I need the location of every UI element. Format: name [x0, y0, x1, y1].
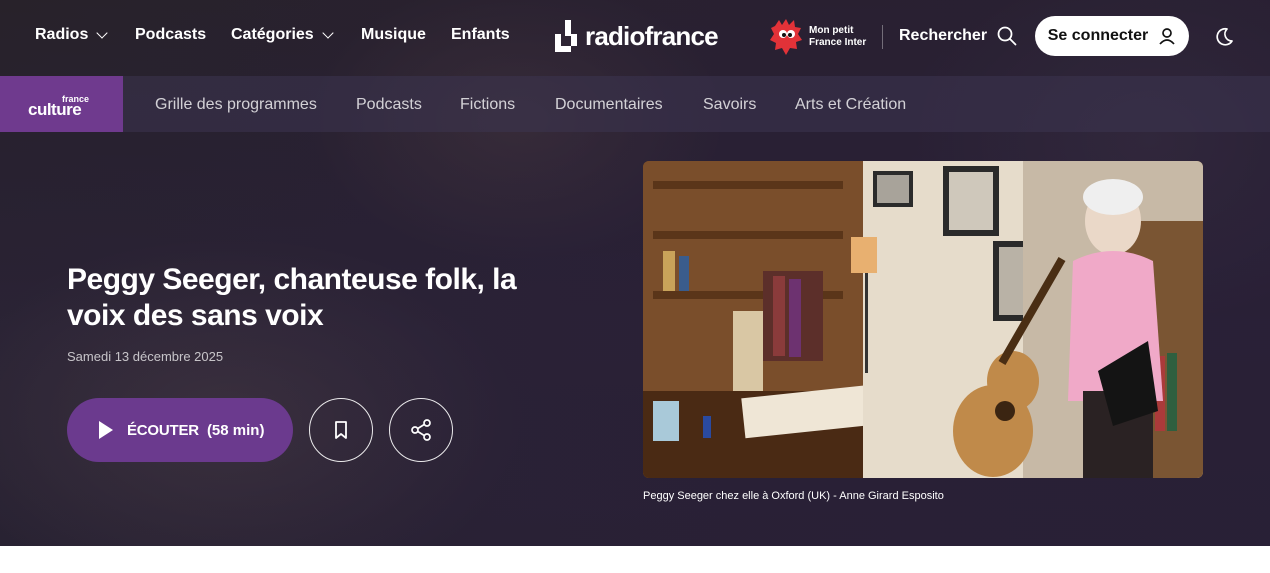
mon-petit-france-inter-link[interactable]: Mon petit France Inter: [769, 18, 866, 56]
france-culture-logo[interactable]: france culture: [0, 76, 123, 132]
mpfi-line1: Mon petit: [809, 25, 854, 36]
nav-enfants-label: Enfants: [451, 26, 510, 43]
chevron-down-icon: [322, 26, 334, 39]
top-header: Radios Podcasts Catégories Musique Enfan…: [0, 0, 1270, 76]
mpfi-line2: France Inter: [809, 37, 867, 48]
station-logo-big: culture: [28, 100, 82, 119]
listen-button[interactable]: ÉCOUTER (58 min): [67, 398, 293, 462]
nav-musique[interactable]: Musique: [361, 26, 426, 44]
episode-duration: (58 min): [206, 421, 265, 439]
search-icon: [997, 26, 1017, 46]
share-icon: [411, 419, 431, 441]
mascot-icon: [770, 19, 802, 55]
episode-photo: [643, 161, 1203, 478]
logo-text: radiofrance: [585, 20, 719, 51]
nav-radios-label: Radios: [35, 26, 89, 43]
radiofrance-logo[interactable]: radiofrance: [551, 20, 719, 52]
listen-label: ÉCOUTER: [127, 421, 199, 439]
episode-image: [643, 161, 1203, 478]
play-icon: [99, 421, 113, 439]
radiofrance-mark-icon: [555, 20, 577, 52]
subnav-documentaires[interactable]: Documentaires: [555, 96, 663, 114]
login-label: Se connecter: [1047, 27, 1149, 44]
nav-categories-label: Catégories: [231, 26, 314, 43]
subnav-arts-creation[interactable]: Arts et Création: [795, 96, 906, 114]
subnav-fictions[interactable]: Fictions: [460, 96, 515, 114]
login-button[interactable]: Se connecter: [1035, 16, 1189, 56]
search-label: Rechercher: [899, 27, 988, 44]
nav-categories[interactable]: Catégories: [231, 26, 334, 44]
moon-icon: [1216, 27, 1233, 46]
user-icon: [1159, 28, 1175, 45]
station-subnav: france culture Grille des programmes Pod…: [0, 76, 1270, 132]
subnav-podcasts[interactable]: Podcasts: [356, 96, 422, 114]
image-caption: Peggy Seeger chez elle à Oxford (UK) - A…: [643, 490, 944, 502]
subnav-savoirs[interactable]: Savoirs: [703, 96, 756, 114]
share-button[interactable]: [389, 398, 453, 462]
episode-date: Samedi 13 décembre 2025: [67, 349, 224, 364]
bookmark-button[interactable]: [309, 398, 373, 462]
bookmark-icon: [335, 421, 347, 439]
search-button[interactable]: Rechercher: [899, 26, 1017, 46]
mon-petit-france-inter-text: Mon petit France Inter: [809, 25, 866, 49]
dark-mode-toggle[interactable]: [1213, 26, 1235, 53]
nav-radios[interactable]: Radios: [35, 26, 109, 44]
subnav-grille[interactable]: Grille des programmes: [155, 96, 317, 114]
nav-enfants[interactable]: Enfants: [451, 26, 510, 44]
nav-musique-label: Musique: [361, 26, 426, 43]
header-divider: [882, 25, 883, 49]
nav-podcasts[interactable]: Podcasts: [135, 26, 206, 44]
nav-podcasts-label: Podcasts: [135, 26, 207, 43]
chevron-down-icon: [96, 26, 109, 39]
episode-title: Peggy Seeger, chanteuse folk, la voix de…: [67, 263, 517, 332]
